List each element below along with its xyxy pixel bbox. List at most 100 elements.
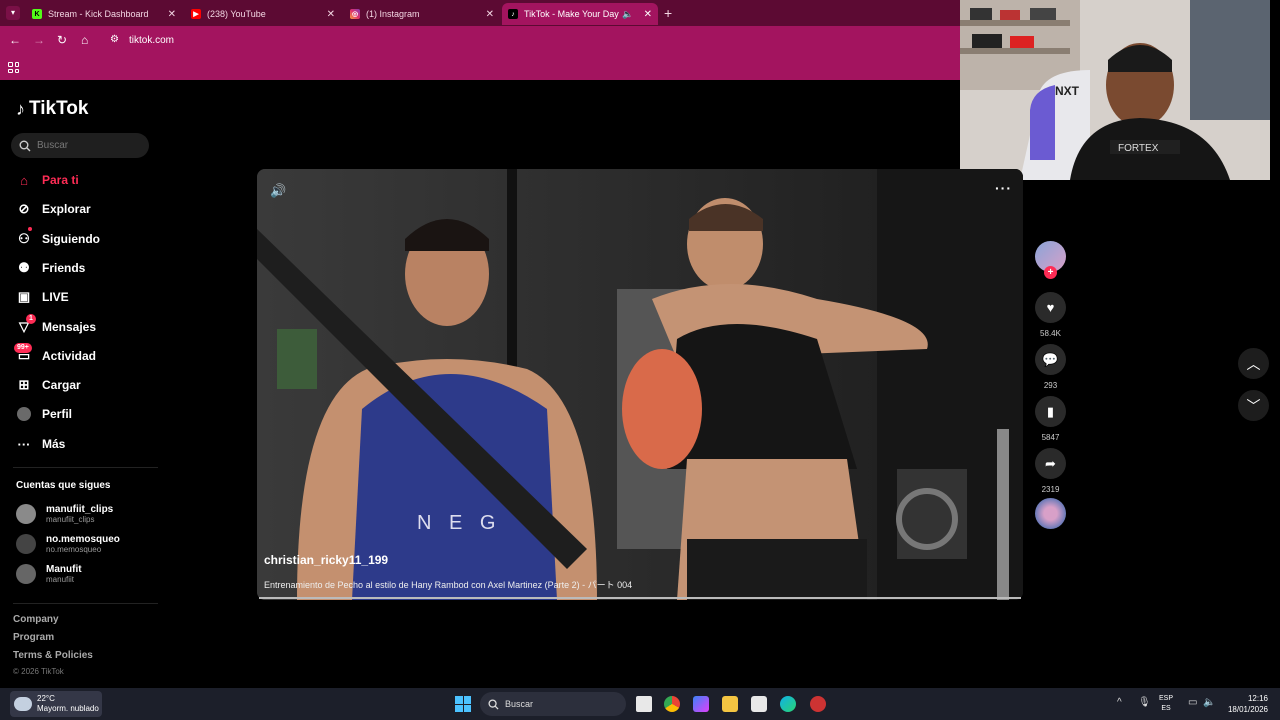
tab-kick[interactable]: K Stream - Kick Dashboard ✕ [26, 3, 182, 25]
compass-icon: ⊘ [18, 201, 30, 216]
footer-link-terms[interactable]: Terms & Policies [13, 650, 93, 661]
sidebar-item-mensajes[interactable]: ▽ 1 Mensajes [16, 314, 96, 335]
search-icon [19, 140, 31, 151]
address-bar[interactable]: tiktok.com [129, 35, 174, 46]
language-indicator[interactable]: ESP ES [1159, 694, 1173, 714]
footer-link-program[interactable]: Program [13, 632, 54, 643]
tiktok-logo[interactable]: ♪ TikTok [16, 98, 88, 120]
more-options-icon[interactable]: ··· [995, 180, 1012, 196]
footer-link-company[interactable]: Company [13, 614, 59, 625]
following-account[interactable]: Manufit manufiit [16, 564, 82, 584]
profile-icon [16, 406, 32, 422]
tiktok-logo-icon: ♪ [16, 98, 25, 119]
like-button[interactable]: ♥ 58.4K [1035, 292, 1066, 338]
comment-button[interactable]: 💬 293 [1035, 344, 1066, 390]
tab-title: (238) YouTube [207, 9, 266, 19]
account-username: manufiit [46, 575, 75, 584]
sidebar-item-label: Explorar [42, 202, 91, 216]
microphone-icon[interactable]: 🎙 [1138, 697, 1151, 708]
speaker-icon[interactable]: 🔈 [622, 9, 633, 20]
chrome-icon[interactable] [664, 696, 680, 712]
search-input[interactable]: Buscar [11, 133, 149, 158]
logo-text: TikTok [29, 98, 89, 119]
kick-icon: K [32, 9, 42, 19]
sidebar-item-friends[interactable]: ⚉ Friends [16, 260, 85, 276]
browser-tab-bar: ▾ K Stream - Kick Dashboard ✕ ▶ (238) Yo… [0, 0, 960, 26]
svg-text:NXT: NXT [1055, 84, 1080, 98]
account-name: Manufit [46, 564, 82, 575]
sidebar-item-siguiendo[interactable]: ⚇ Siguiendo [16, 227, 100, 247]
close-tab-icon[interactable]: ✕ [168, 9, 176, 20]
store-icon[interactable] [751, 696, 767, 712]
close-tab-icon[interactable]: ✕ [327, 9, 335, 20]
home-button-icon[interactable]: ⌂ [81, 33, 88, 47]
share-button[interactable]: ➦ 2319 [1035, 448, 1066, 494]
video-player[interactable]: N E G [257, 169, 1023, 600]
weather-temp: 22°C [37, 694, 55, 703]
search-icon [488, 698, 499, 710]
share-icon: ➦ [1035, 448, 1066, 479]
app-icon[interactable] [810, 696, 826, 712]
avatar [16, 504, 36, 524]
chevron-up-icon[interactable]: ^ [1117, 697, 1122, 708]
sidebar-item-explorar[interactable]: ⊘ Explorar [16, 201, 91, 217]
weather-widget[interactable]: 22°C Mayorm. nublado [10, 691, 102, 717]
sidebar-item-actividad[interactable]: ▭ 99+ Actividad [14, 343, 96, 364]
close-tab-icon[interactable]: ✕ [644, 9, 652, 20]
file-explorer-icon[interactable] [722, 696, 738, 712]
next-video-button[interactable]: ﹀ [1238, 390, 1269, 421]
volume-tray-icon[interactable]: 🔈 [1203, 697, 1215, 708]
browser-toolbar: ← → ↻ ⌂ ⚙ tiktok.com [0, 26, 960, 56]
bookmarks-bar [0, 56, 960, 80]
save-button[interactable]: ▮ 5847 [1035, 396, 1066, 442]
video-author[interactable]: christian_ricky11_199 [264, 553, 388, 567]
back-icon[interactable]: ← [9, 33, 21, 47]
following-account[interactable]: no.memosqueo no.memosqueo [16, 534, 120, 554]
sidebar-item-mas[interactable]: ··· Más [16, 436, 66, 452]
previous-video-button[interactable]: ︿ [1238, 348, 1269, 379]
account-username: manufiit_clips [46, 515, 95, 524]
reload-icon[interactable]: ↻ [57, 33, 67, 47]
save-count: 5847 [1041, 433, 1060, 442]
music-disc[interactable] [1035, 498, 1066, 529]
sidebar-item-live[interactable]: ▣ LIVE [16, 289, 69, 305]
account-username: no.memosqueo [46, 545, 102, 554]
sidebar-item-para-ti[interactable]: ⌂ Para ti [16, 172, 79, 188]
avatar [16, 564, 36, 584]
volume-icon[interactable]: 🔊 [270, 183, 286, 199]
taskbar: 22°C Mayorm. nublado Buscar ^ 🎙 ESP ES ▭… [0, 688, 1280, 720]
network-icon[interactable]: ▭ [1188, 697, 1197, 708]
tab-youtube[interactable]: ▶ (238) YouTube ✕ [185, 3, 341, 25]
windows-start-icon[interactable] [455, 696, 471, 712]
tab-title: TikTok - Make Your Day [524, 9, 619, 19]
edge-icon[interactable] [780, 696, 796, 712]
copilot-icon[interactable] [693, 696, 709, 712]
tab-instagram[interactable]: ◎ (1) Instagram ✕ [344, 3, 500, 25]
task-view-icon[interactable] [636, 696, 652, 712]
close-tab-icon[interactable]: ✕ [486, 9, 494, 20]
weather-desc: Mayorm. nublado [37, 704, 99, 713]
tab-search-icon[interactable]: ▾ [6, 6, 20, 20]
divider [13, 603, 158, 604]
messages-badge: 1 [26, 314, 36, 324]
new-tab-button[interactable]: + [664, 5, 672, 21]
sidebar-item-perfil[interactable]: Perfil [16, 406, 72, 422]
account-name: no.memosqueo [46, 534, 120, 545]
tiktok-icon: ♪ [508, 9, 518, 19]
video-progress-fill [259, 597, 1021, 599]
site-info-icon[interactable]: ⚙ [110, 34, 119, 45]
activity-icon: ▭ 99+ [14, 343, 32, 364]
follow-plus-icon[interactable]: + [1044, 266, 1057, 279]
taskbar-search[interactable]: Buscar [480, 692, 626, 716]
following-account[interactable]: manufiit_clips manufiit_clips [16, 504, 113, 524]
sidebar-item-label: Friends [42, 261, 86, 275]
sidebar-item-cargar[interactable]: ⊞ Cargar [16, 377, 81, 393]
bookmark-icon: ▮ [1035, 396, 1066, 427]
forward-icon[interactable]: → [33, 33, 45, 47]
video-progress-bar[interactable] [259, 597, 1021, 599]
clock[interactable]: 12:16 18/01/2026 [1224, 693, 1268, 715]
svg-text:N E G: N E G [417, 512, 501, 534]
taskbar-search-label: Buscar [505, 699, 534, 709]
apps-grid-icon[interactable] [8, 62, 19, 73]
tab-tiktok[interactable]: ♪ TikTok - Make Your Day 🔈 ✕ [502, 3, 658, 25]
